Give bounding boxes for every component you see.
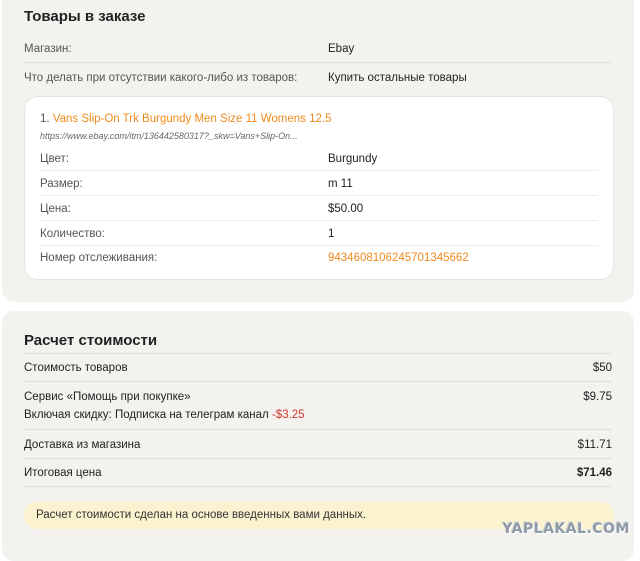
- item-field-value: 1: [328, 228, 335, 240]
- order-items-title: Товары в заказе: [24, 8, 146, 25]
- order-items-panel: Товары в заказе Магазин: Ebay Что делать…: [2, 0, 634, 302]
- store-value: Ebay: [328, 43, 355, 55]
- goods-cost-label: Стоимость товаров: [24, 362, 128, 374]
- watermark-logo: YAPLAKAL.COM: [502, 521, 630, 537]
- item-field-label: Номер отслеживания:: [40, 252, 158, 264]
- total-cost-amount: $71.46: [576, 467, 612, 479]
- tracking-number-link[interactable]: 9434608106245701345662: [328, 252, 469, 264]
- cost-title: Расчет стоимости: [24, 332, 158, 349]
- item-field-label: Цвет:: [40, 153, 69, 165]
- item-link[interactable]: Vans Slip-On Trk Burgundy Men Size 11 Wo…: [53, 113, 332, 125]
- item-field-label: Цена:: [40, 203, 71, 215]
- divider: [40, 245, 598, 246]
- discount-line: Включая скидку: Подписка на телеграм кан…: [24, 409, 305, 421]
- item-index: 1.: [40, 113, 50, 125]
- store-label: Магазин:: [24, 43, 72, 55]
- divider: [40, 220, 598, 221]
- divider: [24, 62, 612, 63]
- item-url[interactable]: https://www.ebay.com/itm/136442580317?_s…: [40, 131, 298, 141]
- service-cost-label: Сервис «Помощь при покупке»: [24, 391, 191, 403]
- divider: [24, 353, 612, 354]
- service-cost-amount: $9.75: [583, 391, 612, 403]
- discount-amount: -$3.25: [271, 409, 305, 421]
- goods-cost-amount: $50: [592, 362, 612, 374]
- missing-items-label: Что делать при отсутствии какого-либо из…: [24, 72, 298, 84]
- item-title: 1. Vans Slip-On Trk Burgundy Men Size 11…: [40, 113, 332, 125]
- item-field-value: Burgundy: [328, 153, 378, 165]
- item-field-value: m 11: [328, 178, 353, 190]
- item-field-label: Размер:: [40, 178, 83, 190]
- divider: [24, 486, 612, 487]
- divider: [24, 429, 612, 430]
- delivery-cost-amount: $11.71: [577, 439, 612, 451]
- divider: [40, 195, 598, 196]
- divider: [24, 381, 612, 382]
- total-cost-label: Итоговая цена: [24, 467, 102, 479]
- missing-items-value: Купить остальные товары: [328, 72, 467, 84]
- item-field-value: $50.00: [328, 203, 364, 215]
- divider: [40, 170, 598, 171]
- divider: [24, 458, 612, 459]
- discount-label: Включая скидку: Подписка на телеграм кан…: [24, 409, 269, 421]
- delivery-cost-label: Доставка из магазина: [24, 439, 141, 451]
- item-card: 1. Vans Slip-On Trk Burgundy Men Size 11…: [24, 96, 614, 280]
- item-field-label: Количество:: [40, 228, 105, 240]
